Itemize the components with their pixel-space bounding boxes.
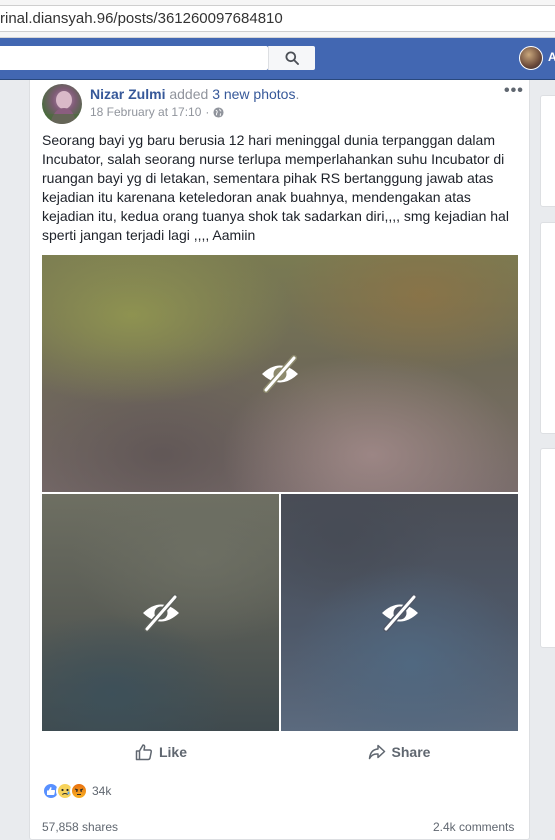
share-button[interactable]: Share xyxy=(280,738,518,766)
facebook-header xyxy=(0,38,555,80)
profile-avatar[interactable] xyxy=(519,46,543,70)
avatar-image xyxy=(42,91,82,124)
post-photo-1[interactable] xyxy=(42,255,518,492)
action-text: added xyxy=(165,86,213,102)
eye-slash-icon[interactable] xyxy=(140,593,182,632)
globe-icon[interactable] xyxy=(213,106,224,118)
post-photo-2[interactable] xyxy=(42,494,279,731)
search-icon xyxy=(285,51,299,65)
address-bar[interactable]: rinal.diansyah.96/posts/361260097684810 xyxy=(0,5,555,32)
post-photo-3[interactable] xyxy=(281,494,518,731)
shares-count[interactable]: 57,858 shares xyxy=(42,820,118,834)
reactions-summary[interactable]: 34k xyxy=(42,781,111,801)
browser-toolbar: rinal.diansyah.96/posts/361260097684810 xyxy=(0,0,555,38)
meta-separator: · xyxy=(205,105,210,119)
thumbs-up-icon xyxy=(135,744,152,761)
share-arrow-icon xyxy=(368,744,385,760)
like-label: Like xyxy=(158,744,187,760)
author-name[interactable]: Nizar Zulmi xyxy=(90,86,165,102)
post-options-button[interactable]: ••• xyxy=(504,82,524,100)
right-column-card xyxy=(540,448,555,648)
post-actions: Like Share xyxy=(42,738,518,766)
right-column-card xyxy=(540,222,555,434)
post-meta: 18 February at 17:10 · xyxy=(90,105,224,119)
author-avatar[interactable] xyxy=(42,84,82,124)
profile-name[interactable]: A xyxy=(548,50,555,64)
reaction-count[interactable]: 34k xyxy=(92,784,111,798)
eye-slash-icon[interactable] xyxy=(379,593,421,632)
comments-count[interactable]: 2.4k comments xyxy=(433,820,514,834)
post-header: Nizar Zulmi added 3 new photos. xyxy=(90,86,299,102)
angry-reaction-icon xyxy=(70,782,88,800)
right-column-card xyxy=(540,95,555,207)
post-timestamp[interactable]: 18 February at 17:10 xyxy=(90,105,201,119)
action-suffix: . xyxy=(295,86,300,102)
search-button[interactable] xyxy=(268,46,315,70)
photos-link[interactable]: 3 new photos xyxy=(212,86,295,102)
like-button[interactable]: Like xyxy=(42,738,280,766)
eye-slash-icon[interactable] xyxy=(259,354,301,393)
share-label: Share xyxy=(391,744,431,760)
post-body-text: Seorang bayi yg baru berusia 12 hari men… xyxy=(42,132,509,243)
search-input[interactable] xyxy=(0,46,268,70)
